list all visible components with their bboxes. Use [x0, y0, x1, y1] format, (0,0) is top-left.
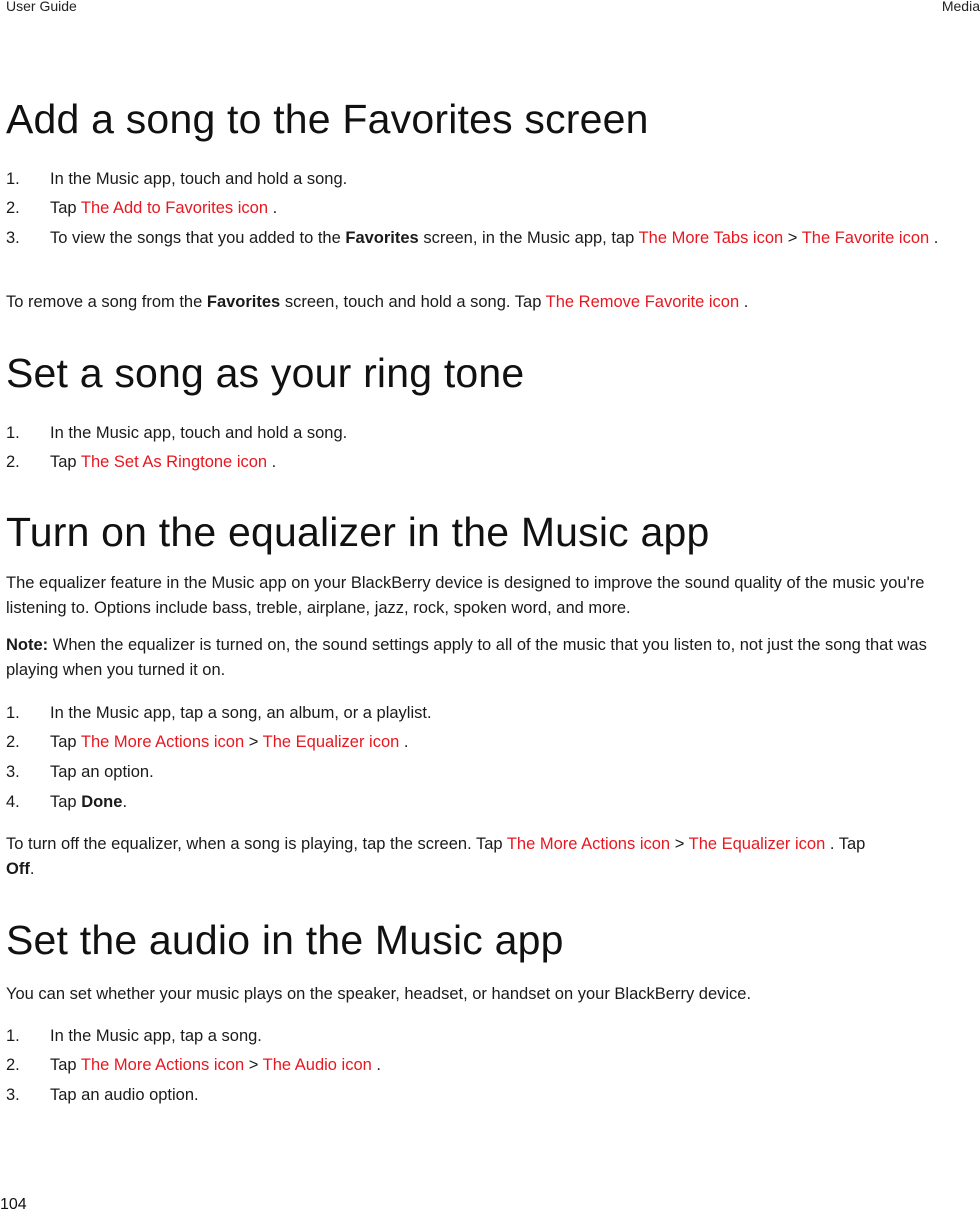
header-title: User Guide	[6, 0, 77, 14]
paragraph: You can set whether your music plays on …	[6, 985, 752, 1003]
text: .	[29, 860, 35, 878]
set-as-ringtone-icon-link[interactable]: The Set As Ringtone icon	[81, 453, 267, 471]
step-text: Tap The Add to Favorites icon .	[50, 197, 950, 219]
step-number: 1.	[6, 1027, 20, 1045]
remove-favorite-icon-link[interactable]: The Remove Favorite icon	[546, 293, 740, 311]
step-number: 2.	[6, 199, 20, 217]
text: When the equalizer is turned on, the sou…	[6, 636, 927, 679]
more-tabs-icon-link[interactable]: The More Tabs icon	[639, 229, 784, 247]
more-actions-icon-link[interactable]: The More Actions icon	[81, 1056, 244, 1074]
heading-audio: Set the audio in the Music app	[6, 917, 564, 963]
text: To view the songs that you added to the	[50, 229, 346, 247]
page-header: User Guide Media	[0, 0, 980, 16]
text: .	[399, 733, 409, 751]
heading-favorites: Add a song to the Favorites screen	[6, 96, 649, 142]
favorite-icon-link[interactable]: The Favorite icon	[802, 229, 929, 247]
page-number: 104	[0, 1196, 27, 1213]
step-number: 2.	[6, 453, 20, 471]
text: screen, in the Music app, tap	[418, 229, 639, 247]
step-text: Tap The More Actions icon > The Equalize…	[50, 731, 950, 753]
text: Tap	[50, 453, 81, 471]
step-text: Tap The More Actions icon > The Audio ic…	[50, 1054, 950, 1076]
audio-icon-link[interactable]: The Audio icon	[263, 1056, 372, 1074]
step-text: In the Music app, tap a song, an album, …	[50, 704, 432, 722]
more-actions-icon-link[interactable]: The More Actions icon	[81, 733, 244, 751]
step-text: In the Music app, touch and hold a song.	[50, 170, 348, 188]
text: .	[929, 229, 939, 247]
separator: >	[248, 1056, 263, 1074]
step-text: Tap The Set As Ringtone icon .	[50, 451, 950, 473]
text: Tap	[50, 199, 81, 217]
more-actions-icon-link[interactable]: The More Actions icon	[507, 835, 670, 853]
step-text: Tap an audio option.	[50, 1086, 199, 1104]
step-text: In the Music app, tap a song.	[50, 1027, 262, 1045]
text: To turn off the equalizer, when a song i…	[6, 835, 507, 853]
note-label: Note:	[6, 636, 49, 654]
paragraph: The equalizer feature in the Music app o…	[6, 574, 925, 617]
equalizer-icon-link[interactable]: The Equalizer icon	[689, 835, 826, 853]
text: screen, touch and hold a song. Tap	[280, 293, 546, 311]
text: Tap	[50, 1056, 81, 1074]
bold-text: Favorites	[345, 229, 419, 247]
step-text: Tap an option.	[50, 763, 154, 781]
heading-equalizer: Turn on the equalizer in the Music app	[6, 509, 710, 555]
step-number: 4.	[6, 793, 20, 811]
bold-text: Off	[6, 860, 30, 878]
separator: >	[674, 835, 689, 853]
paragraph: To turn off the equalizer, when a song i…	[6, 832, 971, 882]
bold-text: Favorites	[206, 293, 281, 311]
equalizer-icon-link[interactable]: The Equalizer icon	[263, 733, 400, 751]
note-paragraph: Note: When the equalizer is turned on, t…	[6, 633, 971, 683]
step-number: 3.	[6, 763, 20, 781]
step-number: 1.	[6, 704, 20, 722]
header-section: Media	[941, 0, 980, 14]
step-number: 1.	[6, 424, 20, 442]
separator: >	[248, 733, 263, 751]
step-number: 3.	[6, 229, 20, 247]
step-number: 1.	[6, 170, 20, 188]
separator: >	[787, 229, 802, 247]
bold-text: Done	[81, 793, 123, 811]
text: .	[739, 293, 749, 311]
step-text: In the Music app, touch and hold a song.	[50, 424, 348, 442]
text: .	[122, 793, 128, 811]
text: Tap	[50, 793, 82, 811]
text: To remove a song from the	[6, 293, 207, 311]
text: Tap	[50, 733, 81, 751]
text: .	[267, 453, 277, 471]
step-number: 2.	[6, 1056, 20, 1074]
step-text: Tap Done.	[50, 791, 950, 813]
step-text: To view the songs that you added to the …	[50, 227, 950, 249]
text: .	[371, 1056, 381, 1074]
step-number: 3.	[6, 1086, 20, 1104]
text: .	[268, 199, 278, 217]
text: . Tap	[825, 835, 866, 853]
paragraph: To remove a song from the Favorites scre…	[6, 290, 971, 315]
heading-ringtone: Set a song as your ring tone	[6, 350, 525, 396]
step-number: 2.	[6, 733, 20, 751]
add-to-favorites-icon-link[interactable]: The Add to Favorites icon	[81, 199, 268, 217]
